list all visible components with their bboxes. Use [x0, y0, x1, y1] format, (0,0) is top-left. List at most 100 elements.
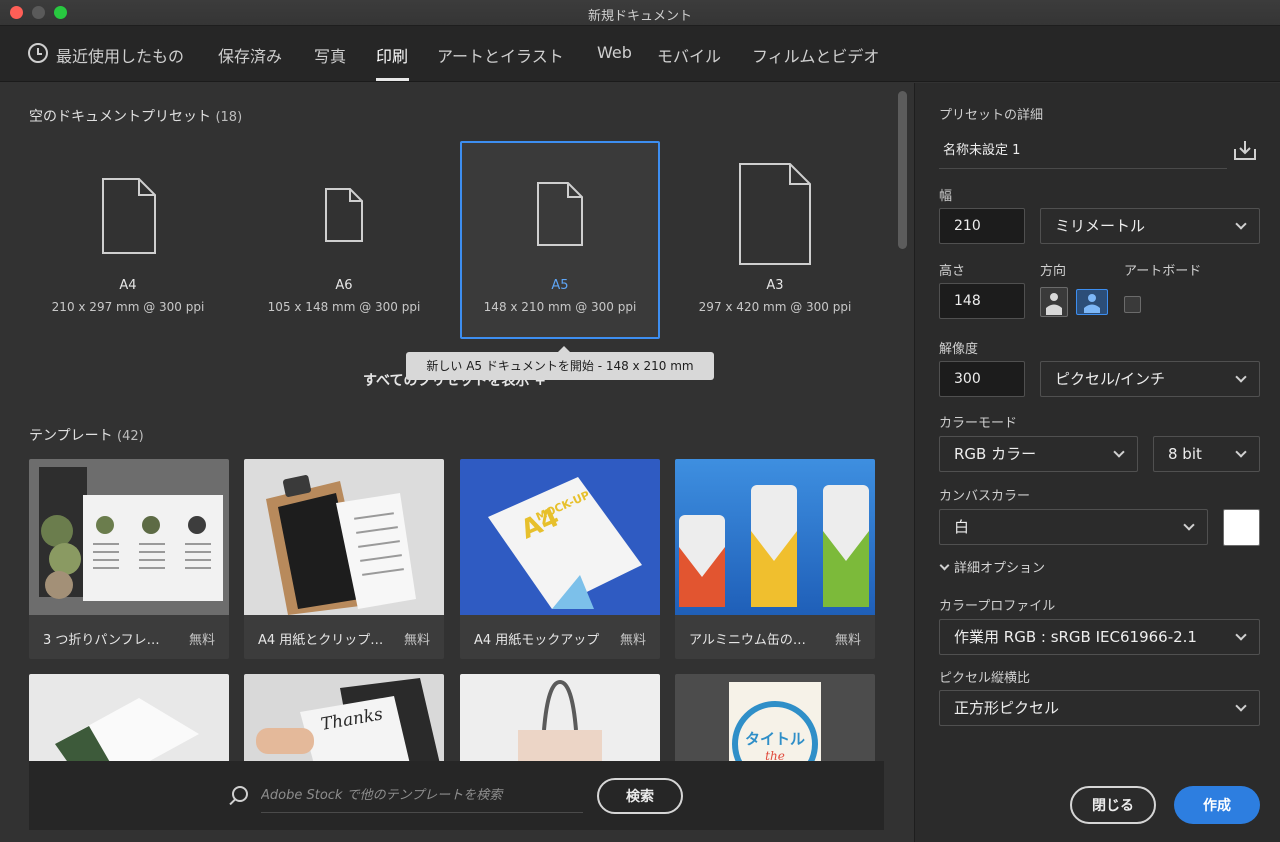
chevron-down-icon: [1235, 629, 1247, 641]
tab-mobile[interactable]: モバイル: [657, 43, 721, 67]
document-icon: [102, 178, 156, 254]
close-button[interactable]: 閉じる: [1070, 786, 1156, 824]
tab-art-illustration[interactable]: アートとイラスト: [437, 43, 564, 67]
template-title: A4 用紙とクリップ…: [258, 633, 384, 648]
tab-print[interactable]: 印刷: [376, 43, 408, 67]
width-label: 幅: [939, 189, 953, 204]
stock-search-input[interactable]: [261, 779, 583, 813]
template-title: A4 用紙モックアップ: [474, 633, 600, 648]
unit-value: ミリメートル: [1055, 217, 1146, 235]
resolution-unit-value: ピクセル/インチ: [1055, 370, 1166, 388]
color-mode-value: RGB カラー: [954, 445, 1037, 463]
canvas-color-value: 白: [954, 518, 970, 536]
search-icon: [232, 786, 248, 802]
preset-size: 210 x 297 mm @ 300 ppi: [51, 300, 205, 314]
color-profile-label: カラープロファイル: [939, 599, 1056, 614]
template-card-paper-mockup[interactable]: MOCK-UP A4 A4 用紙モックアップ 無料: [460, 459, 660, 659]
template-card-poster[interactable]: タイトル the: [675, 674, 875, 764]
chevron-down-icon: [1183, 519, 1195, 531]
template-card-brochure[interactable]: 3 つ折りパンフレ… 無料: [29, 459, 229, 659]
presets-section-title: 空のドキュメントプリセット (18): [29, 106, 242, 126]
template-title: 3 つ折りパンフレ…: [43, 633, 160, 648]
document-icon: [537, 182, 583, 246]
color-mode-select[interactable]: RGB カラー: [939, 436, 1138, 472]
preset-a4[interactable]: A4 210 x 297 mm @ 300 ppi: [28, 141, 228, 339]
artboard-checkbox[interactable]: [1124, 296, 1141, 313]
title-bar: 新規ドキュメント: [0, 0, 1280, 26]
person-landscape-icon: [1084, 294, 1100, 313]
preset-size: 297 x 420 mm @ 300 ppi: [698, 300, 852, 314]
orientation-landscape-button[interactable]: [1076, 289, 1108, 315]
stock-search-bar: 検索: [29, 761, 884, 830]
template-price: 無料: [619, 633, 646, 648]
bit-depth-value: 8 bit: [1168, 445, 1202, 463]
preset-name: A4: [119, 278, 137, 293]
orientation-portrait-button[interactable]: [1040, 287, 1068, 317]
tab-web[interactable]: Web: [597, 43, 632, 62]
template-thumbnail: [675, 459, 875, 615]
preset-tooltip: 新しい A5 ドキュメントを開始 - 148 x 210 mm: [406, 346, 714, 380]
tab-film-video[interactable]: フィルムとビデオ: [752, 43, 879, 67]
template-card-thank-you[interactable]: Thanks: [244, 674, 444, 764]
preset-a5[interactable]: A5 148 x 210 mm @ 300 ppi: [460, 141, 660, 339]
template-price: 無料: [834, 633, 861, 648]
chevron-down-icon: [1235, 700, 1247, 712]
width-input[interactable]: 210: [939, 208, 1025, 244]
template-card-tote-bag[interactable]: [460, 674, 660, 764]
template-thumbnail: Thanks: [244, 674, 444, 764]
color-profile-select[interactable]: 作業用 RGB : sRGB IEC61966-2.1: [939, 619, 1260, 655]
search-button[interactable]: 検索: [597, 778, 683, 814]
canvas-color-select[interactable]: 白: [939, 509, 1208, 545]
template-thumbnail: [244, 459, 444, 615]
templates-section-title: テンプレート (42): [29, 425, 144, 445]
window-title: 新規ドキュメント: [587, 9, 692, 24]
color-profile-value: 作業用 RGB : sRGB IEC61966-2.1: [954, 628, 1197, 646]
create-button[interactable]: 作成: [1174, 786, 1260, 824]
tab-saved[interactable]: 保存済み: [218, 43, 282, 67]
tab-recent[interactable]: 最近使用したもの: [56, 43, 184, 67]
bit-depth-select[interactable]: 8 bit: [1153, 436, 1260, 472]
preset-a6[interactable]: A6 105 x 148 mm @ 300 ppi: [244, 141, 444, 339]
canvas-color-label: カンバスカラー: [939, 489, 1031, 504]
template-thumbnail: MOCK-UP A4: [460, 459, 660, 615]
chevron-down-icon: [1235, 371, 1247, 383]
tab-photo[interactable]: 写真: [314, 43, 346, 67]
person-portrait-icon: [1046, 293, 1062, 315]
advanced-options-toggle[interactable]: 詳細オプション: [939, 557, 1045, 576]
template-card-business-card[interactable]: [29, 674, 229, 764]
template-price: 無料: [403, 633, 430, 648]
template-title: アルミニウム缶の…: [689, 633, 806, 648]
template-thumbnail: [29, 674, 229, 764]
save-preset-icon[interactable]: [1233, 139, 1257, 161]
category-tab-bar: 最近使用したもの 保存済み 写真 印刷 アートとイラスト Web モバイル フィ…: [0, 26, 1280, 82]
template-card-clipboard[interactable]: A4 用紙とクリップ… 無料: [244, 459, 444, 659]
template-price: 無料: [188, 633, 215, 648]
pixel-aspect-label: ピクセル縦横比: [939, 671, 1031, 686]
template-card-aluminum-cans[interactable]: アルミニウム缶の… 無料: [675, 459, 875, 659]
unit-select[interactable]: ミリメートル: [1040, 208, 1260, 244]
pixel-aspect-select[interactable]: 正方形ピクセル: [939, 690, 1260, 726]
preset-name: A3: [766, 278, 784, 293]
preset-name: A6: [335, 278, 353, 293]
preset-size: 105 x 148 mm @ 300 ppi: [267, 300, 421, 314]
canvas-color-swatch[interactable]: [1223, 509, 1260, 546]
color-mode-label: カラーモード: [939, 416, 1018, 431]
preset-name-field[interactable]: 名称未設定 1: [939, 133, 1227, 169]
preset-a3[interactable]: A3 297 x 420 mm @ 300 ppi: [675, 141, 875, 339]
resolution-input[interactable]: 300: [939, 361, 1025, 397]
height-input[interactable]: 148: [939, 283, 1025, 319]
templates-count: (42): [117, 429, 144, 444]
document-icon: [325, 188, 363, 242]
resolution-label: 解像度: [939, 342, 979, 357]
document-icon: [739, 163, 811, 265]
height-label: 高さ: [939, 264, 966, 279]
template-thumbnail: [460, 674, 660, 764]
title-jp-art-text: タイトル: [745, 730, 805, 748]
templates-section-label: テンプレート: [29, 428, 113, 444]
preset-content-area: 空のドキュメントプリセット (18) A4 210 x 297 mm @ 300…: [0, 83, 913, 842]
chevron-down-icon: [1235, 446, 1247, 458]
resolution-unit-select[interactable]: ピクセル/インチ: [1040, 361, 1260, 397]
preset-name: A5: [551, 278, 569, 293]
content-scrollbar[interactable]: [898, 91, 907, 249]
preset-details-panel: プリセットの詳細 名称未設定 1 幅 210 ミリメートル 高さ 148 方向 …: [914, 83, 1280, 842]
